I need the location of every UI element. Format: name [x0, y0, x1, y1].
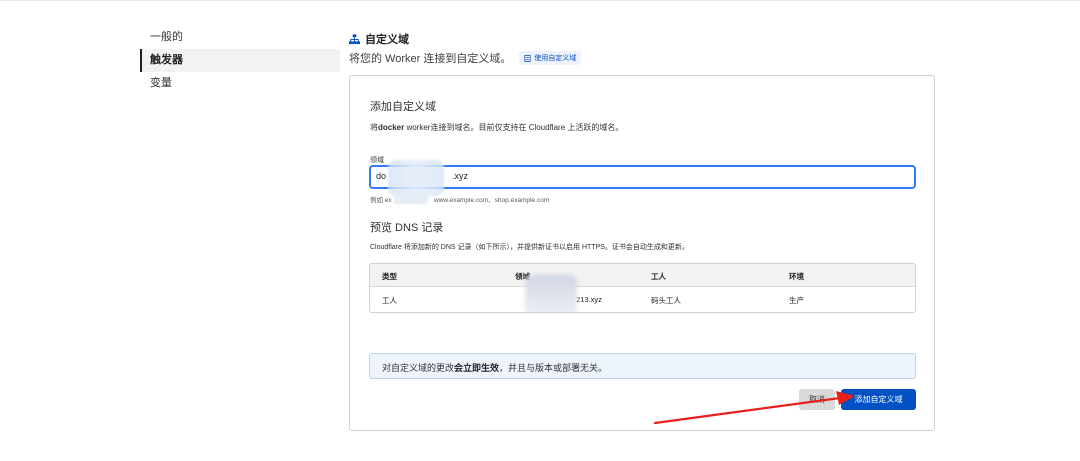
sidebar-item-triggers[interactable]: 触发器	[140, 49, 340, 72]
cell-type: 工人	[382, 296, 397, 305]
notice-suffix: ，并且与版本或部署无关。	[499, 363, 608, 373]
column-header-worker: 工人	[651, 272, 666, 281]
redaction-blur	[388, 160, 444, 196]
settings-sidebar: 一般的 触发器 变量	[140, 26, 340, 95]
cancel-button[interactable]: 取消	[799, 389, 835, 410]
domain-label: 领域	[370, 157, 384, 164]
redaction-blur	[394, 192, 428, 204]
notice-bold: 会立即生效	[454, 363, 500, 373]
dns-records-table: 类型 领域 工人 环境 工人 213.xyz 码头工人 生产	[369, 263, 916, 313]
dns-preview-description: Cloudflare 将添加新的 DNS 记录（如下所示），并提供新证书以启用 …	[370, 244, 689, 251]
sidebar-item-general[interactable]: 一般的	[140, 26, 340, 49]
card-description: 将docker worker连接到域名。目前仅支持在 Cloudflare 上活…	[370, 122, 623, 133]
info-notice: 对自定义域的更改会立即生效，并且与版本或部署无关。	[369, 353, 916, 379]
docs-link[interactable]: 使用自定义域	[519, 51, 582, 65]
sidebar-item-variables[interactable]: 变量	[140, 72, 340, 95]
redaction-blur	[525, 275, 577, 312]
notice-prefix: 对自定义域的更改	[382, 363, 455, 373]
card-desc-suffix: worker连接到域名。目前仅支持在 Cloudflare 上活跃的域名。	[404, 123, 624, 132]
sitemap-icon	[349, 33, 360, 44]
section-title: 自定义域	[349, 32, 581, 46]
domain-input[interactable]	[369, 165, 916, 189]
domain-example: 例如 ex www.example.com、shop.example.com	[370, 194, 549, 204]
section-title-text: 自定义域	[365, 34, 409, 46]
worker-name: docker	[378, 123, 405, 132]
example-prefix: 例如 ex	[370, 197, 392, 204]
card-title: 添加自定义域	[370, 101, 436, 113]
table-row	[370, 287, 915, 312]
document-icon	[524, 54, 531, 62]
add-custom-domain-card: 添加自定义域 将docker worker连接到域名。目前仅支持在 Cloudf…	[349, 75, 935, 431]
dns-preview-title: 预览 DNS 记录	[370, 222, 444, 234]
cell-worker: 码头工人	[651, 296, 681, 305]
card-desc-prefix: 将	[370, 123, 378, 132]
add-custom-domain-button[interactable]: 添加自定义域	[841, 389, 916, 410]
custom-domain-header: 自定义域 将您的 Worker 连接到自定义域。 使用自定义域	[349, 32, 582, 66]
top-divider	[0, 0, 1080, 1]
column-header-type: 类型	[382, 272, 397, 281]
example-suffix: www.example.com、shop.example.com	[434, 197, 550, 204]
table-header	[370, 264, 915, 287]
section-description-text: 将您的 Worker 连接到自定义域。	[349, 53, 512, 65]
section-description: 将您的 Worker 连接到自定义域。 使用自定义域	[349, 50, 582, 66]
docs-link-label: 使用自定义域	[534, 55, 577, 62]
column-header-environment: 环境	[789, 272, 804, 281]
cell-environment: 生产	[789, 296, 804, 305]
cell-domain: 213.xyz	[576, 295, 602, 304]
